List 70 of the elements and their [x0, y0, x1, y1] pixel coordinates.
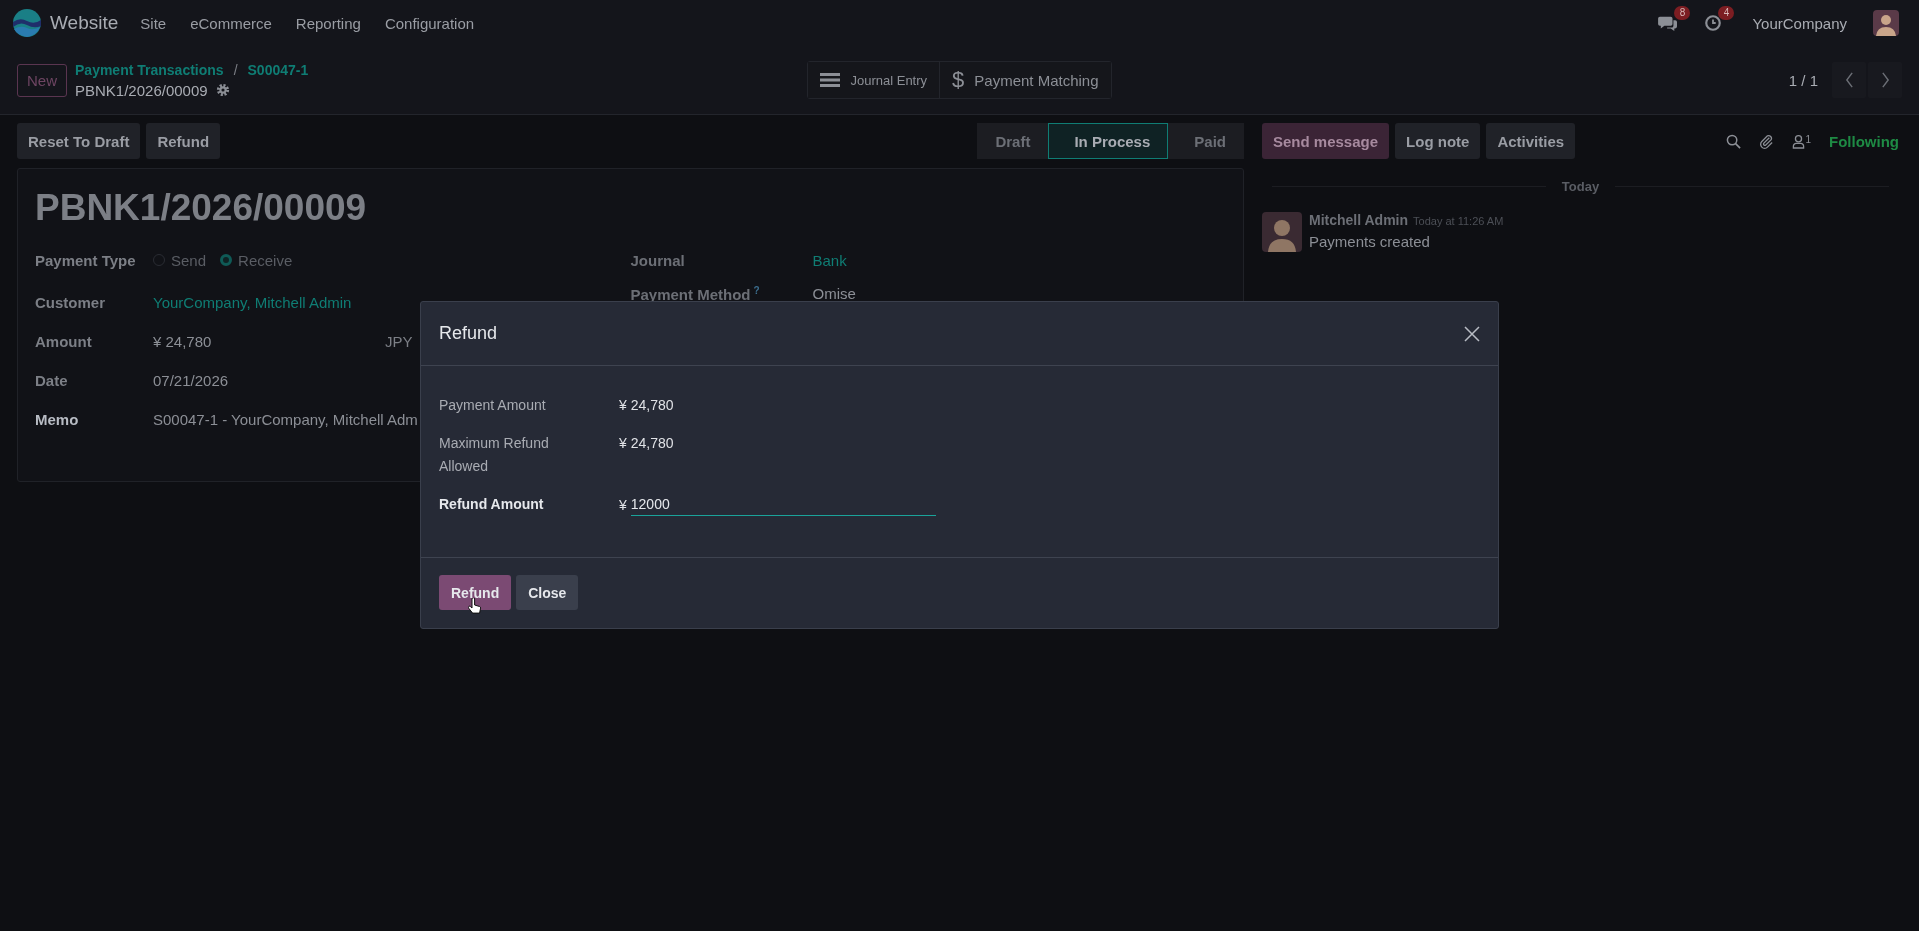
- radio-button[interactable]: [220, 254, 233, 266]
- field-value: ¥ 24,780: [153, 333, 213, 350]
- field-value: ¥ 24,780: [619, 396, 674, 415]
- field-label: Payment Method: [630, 285, 751, 303]
- chatter-button[interactable]: Activities: [1486, 123, 1576, 159]
- action-button[interactable]: Refund: [146, 123, 221, 159]
- field-label: Journal: [630, 251, 685, 269]
- record-name: PBNK1/2026/00009: [75, 81, 208, 99]
- field-value: ¥ 24,780: [619, 434, 674, 453]
- close-icon: [1464, 325, 1480, 342]
- message-text: Payments created: [1309, 233, 1431, 250]
- app-name[interactable]: Website: [50, 12, 119, 34]
- menu-item[interactable]: Configuration: [384, 14, 475, 32]
- field-label: Payment Amount: [439, 396, 547, 415]
- status-step[interactable]: Draft: [977, 123, 1049, 159]
- close-button[interactable]: [1464, 325, 1480, 342]
- action-button[interactable]: Reset To Draft: [17, 123, 141, 159]
- field-value: 07/21/2026: [153, 372, 230, 389]
- field-label: Amount: [35, 333, 93, 350]
- author-avatar-icon: [1262, 212, 1302, 252]
- clock-icon[interactable]: [1704, 14, 1723, 32]
- message-author[interactable]: Mitchell Admin: [1309, 212, 1409, 228]
- list-icon: [820, 72, 841, 88]
- field-label: Refund Amount: [439, 495, 545, 514]
- field-value: Omise: [812, 285, 857, 302]
- breadcrumb-link[interactable]: S00047-1: [247, 61, 309, 78]
- field-value[interactable]: Bank: [812, 251, 1045, 269]
- gear-icon[interactable]: [215, 83, 230, 97]
- field-label: Customer: [35, 294, 106, 311]
- pointer-cursor-icon: [468, 598, 482, 616]
- field-value[interactable]: YourCompany, Mitchell Admin: [153, 294, 385, 311]
- smart-button[interactable]: Journal Entry: [808, 62, 941, 98]
- following-button[interactable]: Following: [1829, 132, 1899, 150]
- field-label: Memo: [35, 411, 80, 428]
- refund-amount-input[interactable]: 12000: [630, 493, 936, 516]
- field-label: Date: [35, 372, 69, 389]
- status-step[interactable]: In Process: [1048, 123, 1169, 159]
- dialog-title: Refund: [439, 323, 498, 344]
- paperclip-icon[interactable]: [1759, 133, 1775, 149]
- notification-badge: 8: [1674, 6, 1691, 20]
- field-value: S00047-1 - YourCompany, Mitchell Adm: [153, 411, 418, 428]
- follower-count: 1: [1805, 133, 1811, 145]
- menu-item[interactable]: Site: [140, 14, 167, 32]
- menu-item[interactable]: eCommerce: [190, 14, 272, 32]
- chevron-left-icon: [1844, 72, 1854, 88]
- help-mark[interactable]: ?: [753, 284, 760, 296]
- field-label: Maximum Refund Allowed: [439, 434, 550, 476]
- pager-counter[interactable]: 1 / 1: [1788, 71, 1818, 89]
- menu-item[interactable]: Reporting: [295, 14, 361, 32]
- close-button[interactable]: Close: [516, 575, 579, 610]
- refund-button[interactable]: Refund: [439, 575, 512, 610]
- breadcrumb-link[interactable]: Payment Transactions: [75, 61, 224, 78]
- currency-code: JPY: [385, 333, 413, 350]
- breadcrumb-separator: /: [233, 61, 238, 78]
- company-name[interactable]: YourCompany: [1752, 14, 1847, 32]
- person-icon[interactable]: [1792, 133, 1806, 149]
- app-logo-icon[interactable]: [12, 8, 42, 38]
- chatter-button[interactable]: Send message: [1262, 123, 1390, 159]
- notification-badge: 4: [1718, 6, 1735, 20]
- status-step[interactable]: Paid: [1168, 123, 1244, 159]
- chatter-button[interactable]: Log note: [1395, 123, 1481, 159]
- search-icon[interactable]: [1726, 133, 1742, 149]
- field-label: Payment Type: [35, 251, 137, 269]
- currency-symbol: ¥: [619, 496, 627, 513]
- chat-bubbles-icon[interactable]: [1658, 14, 1679, 32]
- message-time: Today at 11:26 AM: [1413, 215, 1504, 227]
- chevron-right-icon: [1880, 72, 1890, 88]
- record-title: PBNK1/2026/00009: [35, 187, 368, 229]
- user-avatar-icon[interactable]: [1873, 10, 1899, 36]
- date-separator: Today: [1561, 179, 1600, 194]
